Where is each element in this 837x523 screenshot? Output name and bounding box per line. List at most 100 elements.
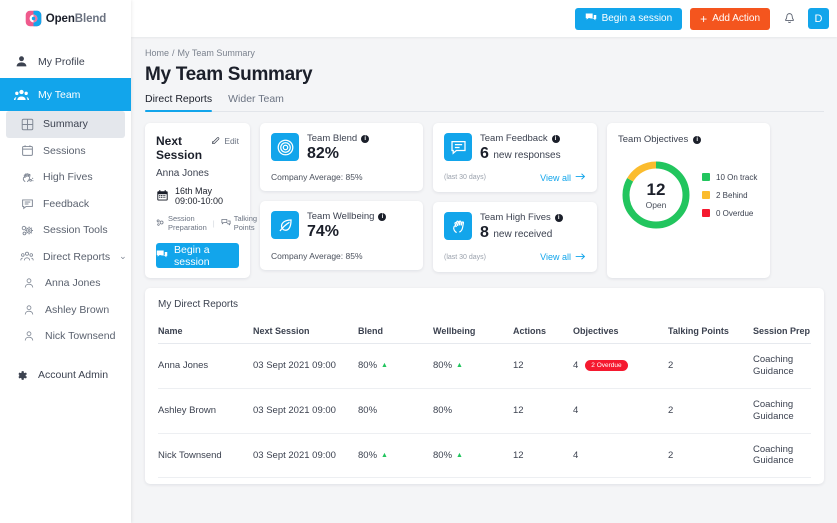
cell-wellbeing-value: 80% <box>433 450 452 461</box>
sidebar-item-summary[interactable]: Summary <box>6 111 125 138</box>
add-action-button[interactable]: + Add Action <box>690 8 770 30</box>
sidebar-item-nick-townsend[interactable]: Nick Townsend <box>0 323 131 350</box>
cell-blend-value: 80% <box>358 360 377 371</box>
user-icon <box>14 54 29 69</box>
cell-wellbeing: 80% <box>433 388 513 433</box>
team-wellbeing-card[interactable]: Team Wellbeing i 74% Company Average: 85… <box>260 201 423 269</box>
direct-reports-table-card: My Direct Reports Name Next Session Blen… <box>145 288 824 484</box>
column-header-actions[interactable]: Actions <box>513 326 573 344</box>
team-wellbeing-texts: Team Wellbeing i 74% <box>307 211 386 241</box>
info-icon[interactable]: i <box>552 135 560 143</box>
cell-session-prep[interactable]: Coaching Guidance <box>753 433 811 478</box>
cell-objectives: 42 Overdue <box>573 344 668 389</box>
info-icon[interactable]: i <box>555 214 563 222</box>
team-blend-top: Team Blend i 82% <box>271 133 412 163</box>
legend-label: 0 Overdue <box>716 209 753 218</box>
objectives-legend: 10 On track 2 Behind 0 Overdue <box>702 173 757 218</box>
team-high-fives-top: Team High Fives i 8 new received <box>444 212 586 242</box>
summary-cards-row: Next Session Edit Anna Jones <box>145 123 824 278</box>
team-feedback-value-row: 6 new responses <box>480 145 561 163</box>
speech-bubble-icon <box>585 12 597 26</box>
sidebar-item-label: High Fives <box>43 171 93 183</box>
sidebar-item-direct-reports[interactable]: Direct Reports ⌄ <box>0 244 131 271</box>
next-session-header: Next Session Edit <box>156 134 239 162</box>
cell-talking-points: 2 <box>668 388 753 433</box>
cell-blend-value: 80% <box>358 450 377 461</box>
session-preparation-link[interactable]: Session Preparation <box>156 214 207 232</box>
objectives-donut-chart: 12 Open <box>620 159 692 231</box>
column-header-blend[interactable]: Blend <box>358 326 433 344</box>
legend-label: 2 Behind <box>716 191 748 200</box>
tools-icon <box>20 223 34 238</box>
column-header-session-prep[interactable]: Session Prep <box>753 326 811 344</box>
table-row[interactable]: Nick Townsend 03 Sept 2021 09:00 80%▲ 80… <box>158 433 811 478</box>
info-icon[interactable]: i <box>361 135 369 143</box>
person-icon <box>22 302 36 317</box>
column-header-objectives[interactable]: Objectives <box>573 326 668 344</box>
objectives-open-label: Open <box>646 200 667 210</box>
sidebar-item-my-profile[interactable]: My Profile <box>0 45 131 78</box>
column-header-wellbeing[interactable]: Wellbeing <box>433 326 513 344</box>
team-high-fives-card[interactable]: Team High Fives i 8 new received (last 3 <box>433 202 597 271</box>
cell-name: Anna Jones <box>158 344 253 389</box>
column-header-next-session[interactable]: Next Session <box>253 326 358 344</box>
team-feedback-period: (last 30 days) <box>444 174 486 181</box>
app-logo[interactable]: OpenBlend <box>0 0 131 37</box>
target-icon <box>271 133 299 161</box>
cell-session-prep[interactable]: Coaching Guidance <box>753 388 811 433</box>
bell-icon[interactable] <box>778 8 800 30</box>
team-feedback-view-all-link[interactable]: View all <box>540 172 586 183</box>
begin-session-button[interactable]: Begin a session <box>575 8 683 30</box>
team-feedback-card[interactable]: Team Feedback i 6 new responses (last 30 <box>433 123 597 192</box>
next-session-card: Next Session Edit Anna Jones <box>145 123 250 278</box>
team-feedback-texts: Team Feedback i 6 new responses <box>480 133 561 163</box>
team-high-fives-view-all-link[interactable]: View all <box>540 252 586 263</box>
team-objectives-card: Team Objectives i 12 Open <box>607 123 770 278</box>
team-blend-card[interactable]: Team Blend i 82% Company Average: 85% <box>260 123 423 191</box>
sidebar-item-my-team[interactable]: My Team <box>0 78 131 111</box>
edit-next-session-button[interactable]: Edit <box>211 135 239 147</box>
sidebar-item-label: Nick Townsend <box>45 330 115 342</box>
sidebar-item-session-tools[interactable]: Session Tools <box>0 217 131 244</box>
logo-word-open: Open <box>46 13 75 25</box>
sidebar-item-ashley-brown[interactable]: Ashley Brown <box>0 297 131 324</box>
talking-points-link[interactable]: Talking Points <box>221 214 257 232</box>
sidebar-item-label: Direct Reports <box>43 251 110 263</box>
column-header-talking-points[interactable]: Talking Points <box>668 326 753 344</box>
sidebar-item-high-fives[interactable]: High Fives <box>0 164 131 191</box>
begin-session-card-label: Begin a session <box>174 244 239 268</box>
table-row[interactable]: Anna Jones 03 Sept 2021 09:00 80%▲ 80%▲ … <box>158 344 811 389</box>
column-header-name[interactable]: Name <box>158 326 253 344</box>
add-action-label: Add Action <box>712 13 760 24</box>
cell-name: Ashley Brown <box>158 388 253 433</box>
team-objectives-title-row: Team Objectives i <box>618 134 759 145</box>
cell-actions: 12 <box>513 433 573 478</box>
tab-wider-team[interactable]: Wider Team <box>228 93 284 111</box>
speech-bubble-icon <box>156 249 168 263</box>
cell-session-prep[interactable]: Coaching Guidance <box>753 344 811 389</box>
cell-wellbeing: 80%▲ <box>433 344 513 389</box>
high-five-icon <box>20 170 34 185</box>
info-icon[interactable]: i <box>693 136 701 144</box>
team-feedback-label-row: Team Feedback i <box>480 133 561 144</box>
table-row[interactable]: Ashley Brown 03 Sept 2021 09:00 80% 80% … <box>158 388 811 433</box>
talking-points-label: Talking Points <box>234 214 257 232</box>
cell-blend: 80% <box>358 388 433 433</box>
team-wellbeing-company-average: Company Average: 85% <box>271 251 412 261</box>
begin-session-label: Begin a session <box>602 13 673 24</box>
info-icon[interactable]: i <box>378 213 386 221</box>
sidebar-item-feedback[interactable]: Feedback <box>0 191 131 218</box>
breadcrumb-home[interactable]: Home <box>145 48 169 58</box>
sidebar-item-sessions[interactable]: Sessions <box>0 138 131 165</box>
begin-session-card-button[interactable]: Begin a session <box>156 243 239 268</box>
avatar[interactable]: D <box>808 8 829 29</box>
cell-objectives: 4 <box>573 433 668 478</box>
sidebar-item-account-admin[interactable]: Account Admin <box>0 359 131 392</box>
metrics-column-left: Team Blend i 82% Company Average: 85% <box>260 123 423 270</box>
tab-direct-reports[interactable]: Direct Reports <box>145 93 212 111</box>
chevron-down-icon[interactable]: ⌄ <box>119 251 127 262</box>
cell-next-session: 03 Sept 2021 09:00 <box>253 433 358 478</box>
sidebar-item-anna-jones[interactable]: Anna Jones <box>0 270 131 297</box>
cell-next-session: 03 Sept 2021 09:00 <box>253 344 358 389</box>
team-blend-label: Team Blend <box>307 133 357 144</box>
